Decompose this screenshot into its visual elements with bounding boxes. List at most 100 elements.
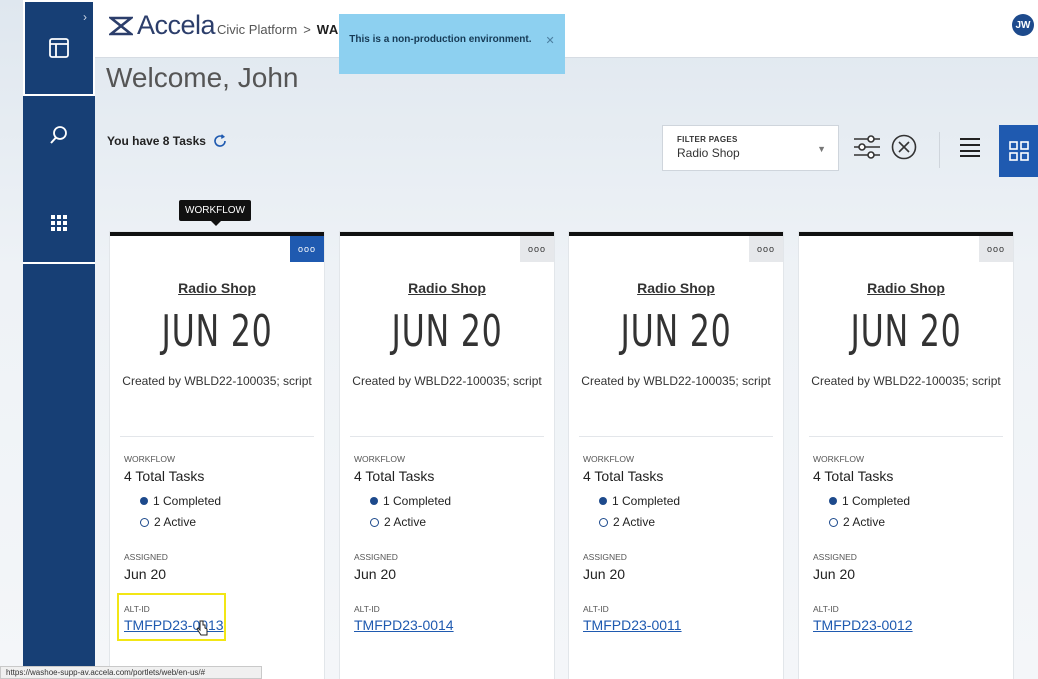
filter-settings-icon[interactable] [852,132,882,162]
card-created-by: Created by WBLD22-100035; script [352,374,542,388]
completed-count: 1 Completed [842,494,911,508]
assigned-label: ASSIGNED [813,552,857,562]
completed-stat: 1 Completed [599,494,680,508]
alt-id-link[interactable]: TMFPD23-0011 [583,617,682,633]
close-icon[interactable]: ✕ [546,34,555,47]
breadcrumb-separator: > [303,22,311,37]
search-nav-button[interactable] [23,100,95,170]
card-menu-icon[interactable]: ooo [749,236,783,262]
assigned-date: Jun 20 [124,566,167,582]
active-count: 2 Active [384,515,427,529]
workflow-label: WORKFLOW [813,454,864,464]
active-dot-icon [370,517,379,527]
grid-view-icon [1008,141,1029,161]
search-icon [50,126,67,144]
top-header: Accela Civic Platform > WASHOE ▾ JW [95,0,1038,58]
task-count: You have 8 Tasks [107,133,228,149]
page-title: Welcome, John [106,62,299,93]
alt-id-label: ALT-ID [583,604,609,614]
card-date: JUN 20 [850,306,962,357]
alt-id-label: ALT-ID [354,604,380,614]
completed-stat: 1 Completed [140,494,221,508]
list-view-icon[interactable] [959,136,981,158]
completed-count: 1 Completed [383,494,452,508]
active-stat: 2 Active [599,515,655,529]
filter-pages-value: Radio Shop [677,146,740,160]
card-created-by: Created by WBLD22-100035; script [581,374,771,388]
accela-logo-icon [109,16,133,35]
environment-banner-text: This is a non-production environment. [349,34,532,45]
status-bar-url: https://washoe-supp-av.accela.com/portle… [0,666,262,679]
expand-chevron-icon[interactable]: › [83,10,87,24]
assigned-label: ASSIGNED [124,552,168,562]
card-menu-icon[interactable]: ooo [520,236,554,262]
workflow-label: WORKFLOW [583,454,634,464]
completed-dot-icon [370,497,378,505]
card-date: JUN 20 [161,306,273,357]
breadcrumb-platform[interactable]: Civic Platform [217,22,297,37]
active-dot-icon [140,517,149,527]
user-avatar[interactable]: JW [1012,14,1034,36]
card-title-link[interactable]: Radio Shop [569,280,783,296]
accela-logo[interactable]: Accela [109,10,216,41]
grid-view-button[interactable] [999,125,1038,177]
card-divider [120,436,314,437]
card-divider [579,436,773,437]
brand-name: Accela [137,10,216,40]
total-tasks: 4 Total Tasks [813,468,894,484]
active-stat: 2 Active [829,515,885,529]
side-nav: › [23,0,95,679]
filter-pages-select[interactable]: FILTER PAGES Radio Shop ▼ [662,125,839,171]
task-card[interactable]: ooo Radio Shop JUN 20 Created by WBLD22-… [340,232,554,679]
task-card[interactable]: ooo Radio Shop JUN 20 Created by WBLD22-… [110,232,324,679]
task-count-label: You have 8 Tasks [107,134,206,148]
active-count: 2 Active [613,515,656,529]
dashboard-nav-button[interactable]: › [23,0,95,96]
active-count: 2 Active [154,515,197,529]
completed-count: 1 Completed [612,494,681,508]
apps-grid-icon [51,215,67,231]
active-stat: 2 Active [140,515,196,529]
completed-dot-icon [599,497,607,505]
completed-count: 1 Completed [153,494,222,508]
alt-id-label: ALT-ID [124,604,150,614]
chevron-down-icon: ▼ [817,144,826,154]
card-menu-icon[interactable]: ooo [979,236,1013,262]
alt-id-link[interactable]: TMFPD23-0012 [813,617,913,633]
completed-stat: 1 Completed [829,494,910,508]
filter-pages-label: FILTER PAGES [677,135,738,144]
active-dot-icon [829,517,838,527]
active-count: 2 Active [843,515,886,529]
card-divider [350,436,544,437]
refresh-icon[interactable] [212,133,228,149]
assigned-date: Jun 20 [354,566,397,582]
total-tasks: 4 Total Tasks [354,468,435,484]
card-divider [809,436,1003,437]
apps-nav-button[interactable] [23,184,95,264]
alt-id-link[interactable]: TMFPD23-0014 [354,617,454,633]
completed-dot-icon [140,497,148,505]
dashboard-icon [49,38,69,58]
workflow-tooltip: WORKFLOW [179,200,251,226]
toolbar-divider [939,132,940,168]
active-stat: 2 Active [370,515,426,529]
workflow-label: WORKFLOW [124,454,175,464]
card-menu-icon[interactable]: ooo [290,236,324,262]
active-dot-icon [599,517,608,527]
completed-stat: 1 Completed [370,494,451,508]
mouse-cursor-icon [196,620,208,636]
card-created-by: Created by WBLD22-100035; script [811,374,1001,388]
assigned-date: Jun 20 [583,566,626,582]
workflow-label: WORKFLOW [354,454,405,464]
card-title-link[interactable]: Radio Shop [110,280,324,296]
card-title-link[interactable]: Radio Shop [799,280,1013,296]
card-title-link[interactable]: Radio Shop [340,280,554,296]
total-tasks: 4 Total Tasks [124,468,205,484]
environment-banner: This is a non-production environment. ✕ [339,14,565,74]
completed-dot-icon [829,497,837,505]
total-tasks: 4 Total Tasks [583,468,664,484]
task-card[interactable]: ooo Radio Shop JUN 20 Created by WBLD22-… [799,232,1013,679]
clear-filter-icon[interactable] [890,133,918,161]
task-card[interactable]: ooo Radio Shop JUN 20 Created by WBLD22-… [569,232,783,679]
assigned-label: ASSIGNED [583,552,627,562]
